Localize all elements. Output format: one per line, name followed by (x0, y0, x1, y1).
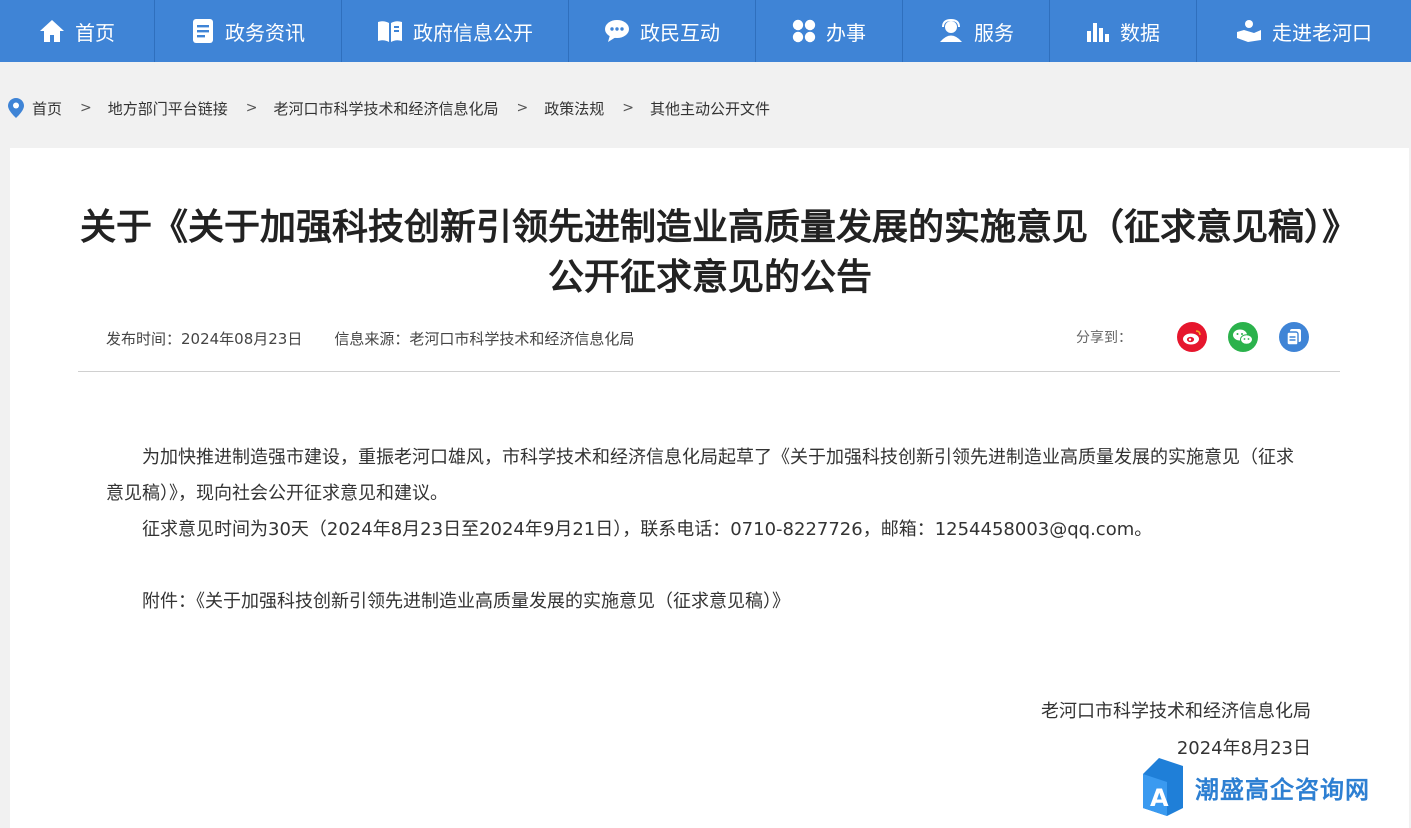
nav-label: 政民互动 (640, 20, 720, 45)
share-label: 分享到： (1076, 330, 1132, 346)
nav-item-interaction[interactable]: 政民互动 (569, 0, 756, 62)
breadcrumb-policy[interactable]: 政策法规 (544, 98, 604, 119)
nav-label: 办事 (826, 20, 866, 45)
article-meta: 发布时间：2024年08月23日 信息来源：老河口市科学技术和经济信息化局 (106, 328, 634, 349)
copy-link-icon[interactable] (1279, 322, 1309, 352)
nav-label: 政务资讯 (225, 20, 305, 45)
nav-item-gov-info[interactable]: 政府信息公开 (342, 0, 569, 62)
article-body: 为加快推进制造强市建设，重振老河口雄风，市科学技术和经济信息化局起草了《关于加强… (106, 440, 1306, 620)
nav-item-data[interactable]: 数据 (1050, 0, 1197, 62)
bar-chart-icon (1087, 23, 1109, 42)
nav-label: 服务 (974, 20, 1014, 45)
breadcrumb: 首页 > 地方部门平台链接 > 老河口市科学技术和经济信息化局 > 政策法规 >… (8, 96, 770, 120)
watermark: A 潮盛高企咨询网 (1143, 758, 1370, 816)
hand-icon (1237, 20, 1261, 42)
paragraph: 征求意见时间为30天（2024年8月23日至2024年9月21日），联系电话：0… (142, 519, 1153, 540)
breadcrumb-separator: > (245, 100, 258, 116)
wechat-share-icon[interactable] (1228, 322, 1258, 352)
grid-icon (792, 19, 816, 43)
share-bar: 分享到： (1076, 322, 1309, 352)
nav-item-affairs[interactable]: 办事 (756, 0, 903, 62)
nav-label: 数据 (1120, 20, 1160, 45)
nav-label: 首页 (75, 20, 115, 45)
breadcrumb-separator: > (516, 100, 529, 116)
signature-org: 老河口市科学技术和经济信息化局 (1041, 701, 1311, 722)
watermark-text: 潮盛高企咨询网 (1195, 774, 1370, 804)
service-person-icon (940, 19, 962, 42)
breadcrumb-separator: > (80, 100, 92, 116)
info-source: 信息来源：老河口市科学技术和经济信息化局 (334, 330, 635, 348)
location-pin-icon (8, 98, 24, 118)
document-icon (193, 19, 213, 43)
meta-divider (78, 371, 1340, 372)
nav-item-news[interactable]: 政务资讯 (155, 0, 342, 62)
open-book-icon (378, 21, 402, 42)
nav-label: 走进老河口 (1272, 20, 1372, 45)
weibo-share-icon[interactable] (1177, 322, 1207, 352)
svg-text:A: A (1150, 784, 1169, 812)
signature: 老河口市科学技术和经济信息化局 2024年8月23日 (1041, 693, 1311, 767)
top-nav: 首页 政务资讯 政府信息公开 政民互动 办事 服务 数据 走进老河口 (0, 0, 1411, 62)
breadcrumb-separator: > (622, 100, 634, 116)
watermark-logo-icon: A (1143, 758, 1183, 816)
paragraph: 为加快推进制造强市建设，重振老河口雄风，市科学技术和经济信息化局起草了《关于加强… (106, 447, 1294, 504)
publish-time: 发布时间：2024年08月23日 (106, 330, 303, 348)
breadcrumb-other-files[interactable]: 其他主动公开文件 (650, 98, 770, 119)
nav-item-service[interactable]: 服务 (903, 0, 1050, 62)
nav-label: 政府信息公开 (413, 20, 533, 45)
attachment-link[interactable]: 附件：《关于加强科技创新引领先进制造业高质量发展的实施意见（征求意见稿）》 (106, 584, 1306, 620)
article-panel: 关于《关于加强科技创新引领先进制造业高质量发展的实施意见（征求意见稿）》公开征求… (10, 148, 1409, 828)
article-title: 关于《关于加强科技创新引领先进制造业高质量发展的实施意见（征求意见稿）》公开征求… (80, 207, 1341, 298)
chat-icon (605, 20, 629, 42)
nav-item-home[interactable]: 首页 (0, 0, 155, 62)
breadcrumb-home[interactable]: 首页 (32, 98, 62, 119)
home-icon (40, 20, 64, 42)
breadcrumb-platform-links[interactable]: 地方部门平台链接 (108, 98, 228, 119)
nav-item-about[interactable]: 走进老河口 (1197, 0, 1411, 62)
breadcrumb-bureau[interactable]: 老河口市科学技术和经济信息化局 (274, 98, 499, 119)
